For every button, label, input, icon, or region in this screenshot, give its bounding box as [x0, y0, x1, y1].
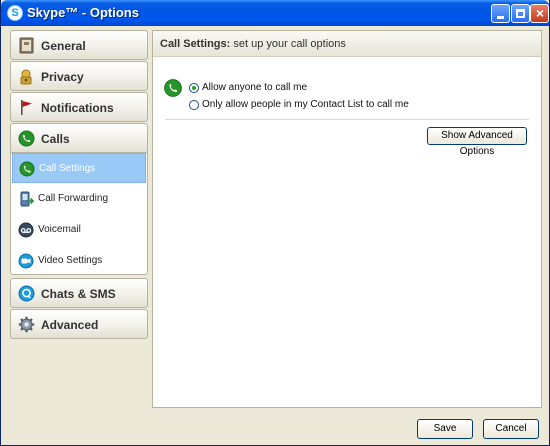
call-settings-panel: Call Settings: set up your call options … [152, 30, 542, 408]
divider [165, 119, 529, 120]
sidebar-item-label: Call Forwarding [38, 193, 109, 204]
gear-icon [18, 316, 35, 333]
sidebar-category-chats-sms[interactable]: Chats & SMS [10, 278, 148, 308]
sidebar-category-label: Privacy [41, 70, 84, 84]
contacts-only-radio[interactable] [189, 100, 199, 110]
show-advanced-options-button[interactable]: Show Advanced Options [427, 127, 527, 157]
maximize-icon [516, 9, 525, 18]
sidebar-category-label: Notifications [41, 101, 114, 115]
voicemail-icon [18, 222, 34, 238]
phone-icon [164, 79, 182, 97]
sidebar-item-label: Video Settings [38, 255, 103, 266]
window-title: Skype™ - Options [27, 5, 139, 20]
sidebar-item-label: Call Settings [39, 163, 96, 174]
close-button[interactable]: × [530, 4, 549, 23]
sidebar-category-label: Calls [41, 132, 70, 146]
general-icon [19, 37, 34, 54]
privacy-icon [20, 69, 32, 85]
sidebar-category-general[interactable]: General [10, 30, 148, 60]
allow-anyone-radio[interactable] [189, 83, 199, 93]
skype-logo-icon: S [7, 5, 23, 21]
panel-subtitle: set up your call options [233, 38, 346, 50]
save-button[interactable]: Save [417, 419, 473, 439]
panel-header: Call Settings: set up your call options [153, 31, 541, 57]
sidebar-item-video-settings[interactable]: Video Settings [12, 246, 146, 274]
cancel-button[interactable]: Cancel [483, 419, 539, 439]
chat-icon [18, 285, 35, 302]
sidebar-category-privacy[interactable]: Privacy [10, 61, 148, 91]
calls-group: Calls Call Settings Call Forwarding Voic… [10, 123, 148, 275]
call-settings-icon [19, 161, 35, 177]
sidebar-category-advanced[interactable]: Advanced [10, 309, 148, 339]
video-icon [18, 253, 34, 269]
flag-icon [21, 100, 32, 115]
sidebar-category-calls[interactable]: Calls [11, 124, 147, 153]
sidebar-category-label: Advanced [41, 318, 99, 332]
options-window: S Skype™ - Options × General Privacy Not… [0, 0, 550, 446]
phone-icon [18, 130, 35, 147]
option-label: Only allow people in my Contact List to … [202, 99, 409, 110]
sidebar-category-label: General [41, 39, 86, 53]
sidebar-item-voicemail[interactable]: Voicemail [12, 215, 146, 245]
option-label: Allow anyone to call me [202, 82, 308, 93]
sidebar-category-label: Chats & SMS [41, 287, 116, 301]
close-icon: × [535, 5, 545, 21]
panel-title: Call Settings: [160, 38, 231, 50]
minimize-button[interactable] [491, 4, 510, 23]
maximize-button[interactable] [511, 4, 530, 23]
sidebar-item-label: Voicemail [38, 224, 81, 235]
sidebar-item-call-forwarding[interactable]: Call Forwarding [12, 184, 146, 214]
minimize-icon [497, 16, 504, 19]
sidebar-item-call-settings[interactable]: Call Settings [12, 153, 146, 183]
sidebar-category-notifications[interactable]: Notifications [10, 92, 148, 122]
title-bar[interactable]: S Skype™ - Options × [1, 0, 549, 26]
call-forwarding-icon [20, 191, 34, 207]
